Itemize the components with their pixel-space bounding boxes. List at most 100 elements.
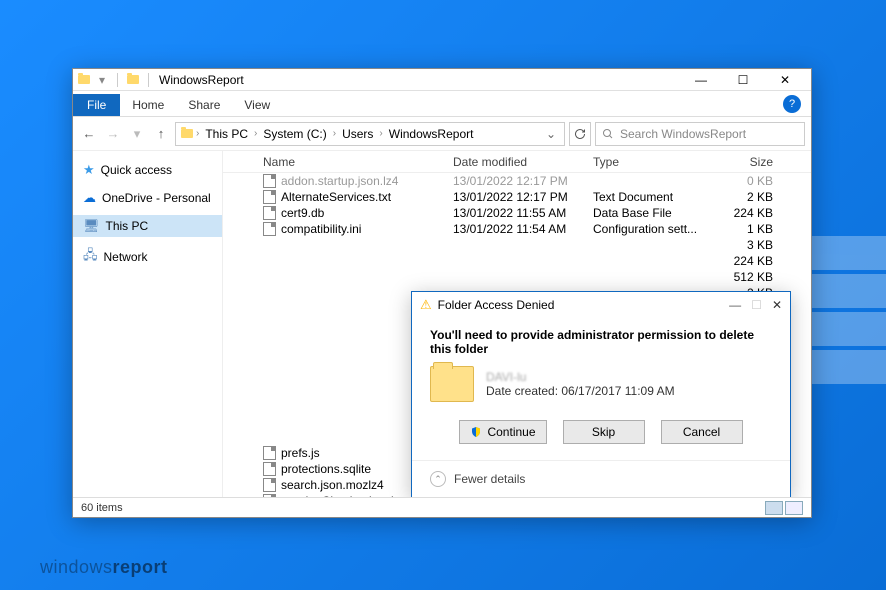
file-icon (263, 494, 276, 497)
chevron-right-icon[interactable]: › (333, 128, 336, 139)
file-type: Data Base File (593, 206, 713, 220)
file-date: 13/01/2022 12:17 PM (453, 190, 593, 204)
folder-icon (126, 73, 140, 87)
file-row[interactable]: addon.startup.json.lz4 13/01/2022 12:17 … (223, 173, 811, 189)
window-title: WindowsReport (159, 73, 244, 87)
file-size: 224 KB (713, 206, 783, 220)
file-row[interactable]: 512 KB (223, 269, 811, 285)
separator (117, 73, 118, 87)
address-bar[interactable]: › This PC › System (C:) › Users › Window… (175, 122, 565, 146)
file-icon (263, 446, 276, 460)
file-row[interactable]: cert9.db 13/01/2022 11:55 AM Data Base F… (223, 205, 811, 221)
dialog-item-name: DAVI-lu (486, 370, 675, 384)
file-name: compatibility.ini (281, 222, 361, 236)
col-size[interactable]: Size (713, 155, 783, 169)
sidebar-item-this-pc[interactable]: 🖥 This PC (73, 215, 222, 237)
sidebar-item-onedrive[interactable]: ☁ OneDrive - Personal (73, 187, 222, 209)
file-date: 13/01/2022 12:17 PM (453, 174, 593, 188)
cloud-icon: ☁ (83, 190, 96, 206)
sidebar: ★ Quick access ☁ OneDrive - Personal 🖥 T… (73, 151, 223, 497)
dialog-titlebar: ⚠ Folder Access Denied — ☐ ✕ (412, 292, 790, 318)
file-name: protections.sqlite (281, 462, 371, 476)
file-icon (263, 462, 276, 476)
file-name: cert9.db (281, 206, 324, 220)
dialog-item: DAVI-lu Date created: 06/17/2017 11:09 A… (430, 366, 772, 402)
sidebar-item-label: OneDrive - Personal (102, 191, 211, 205)
sidebar-item-network[interactable]: 🖧 Network (73, 243, 222, 271)
file-size: 224 KB (713, 254, 783, 268)
sidebar-item-quick-access[interactable]: ★ Quick access (73, 159, 222, 181)
minimize-button[interactable]: — (729, 298, 741, 312)
addr-dropdown-icon[interactable]: ⌄ (542, 127, 560, 141)
star-icon: ★ (83, 162, 95, 178)
file-icon (263, 174, 276, 188)
chevron-right-icon[interactable]: › (196, 128, 199, 139)
fewer-details-toggle[interactable]: ⌃ Fewer details (412, 460, 790, 497)
separator (148, 73, 149, 87)
view-details-button[interactable] (765, 501, 783, 515)
ribbon-file-tab[interactable]: File (73, 94, 120, 116)
file-row[interactable]: AlternateServices.txt 13/01/2022 12:17 P… (223, 189, 811, 205)
file-size: 512 KB (713, 270, 783, 284)
file-date: 13/01/2022 11:54 AM (453, 222, 593, 236)
chevron-right-icon[interactable]: › (379, 128, 382, 139)
view-icons-button[interactable] (785, 501, 803, 515)
statusbar: 60 items (73, 497, 811, 517)
breadcrumb[interactable]: Users (338, 127, 377, 141)
maximize-button[interactable]: ☐ (729, 70, 757, 90)
ribbon-home-tab[interactable]: Home (120, 94, 176, 116)
skip-button[interactable]: Skip (563, 420, 645, 444)
minimize-button[interactable]: — (687, 70, 715, 90)
refresh-button[interactable] (569, 122, 591, 146)
file-date: 13/01/2022 11:55 AM (453, 206, 593, 220)
network-icon: 🖧 (83, 246, 98, 268)
breadcrumb[interactable]: WindowsReport (385, 127, 478, 141)
continue-button[interactable]: Continue (459, 420, 546, 444)
nav-up-icon[interactable]: ↑ (151, 126, 171, 141)
file-icon (263, 190, 276, 204)
file-size: 2 KB (713, 190, 783, 204)
file-type: Text Document (593, 190, 713, 204)
breadcrumb[interactable]: System (C:) (259, 127, 330, 141)
cancel-button[interactable]: Cancel (661, 420, 743, 444)
dialog-title: Folder Access Denied (438, 298, 555, 312)
col-name[interactable]: Name (263, 155, 453, 169)
file-name: search.json.mozlz4 (281, 478, 384, 492)
col-date[interactable]: Date modified (453, 155, 593, 169)
ribbon-share-tab[interactable]: Share (176, 94, 232, 116)
chevron-right-icon[interactable]: › (254, 128, 257, 139)
qat-icon[interactable]: ▾ (95, 73, 109, 87)
column-headers: Name Date modified Type Size (223, 151, 811, 173)
file-name: sessionCheckpoints.json (281, 494, 413, 497)
item-count: 60 items (81, 502, 123, 514)
file-row[interactable]: compatibility.ini 13/01/2022 11:54 AM Co… (223, 221, 811, 237)
close-button[interactable]: ✕ (771, 70, 799, 90)
nav-forward-icon[interactable]: → (103, 126, 123, 141)
navbar: ← → ▾ ↑ › This PC › System (C:) › Users … (73, 117, 811, 151)
breadcrumb[interactable]: This PC (201, 127, 252, 141)
nav-back-icon[interactable]: ← (79, 126, 99, 141)
file-list-pane[interactable]: Name Date modified Type Size addon.start… (223, 151, 811, 497)
search-input[interactable]: Search WindowsReport (595, 122, 805, 146)
help-icon[interactable]: ? (783, 95, 801, 113)
nav-recent-icon[interactable]: ▾ (127, 126, 147, 142)
file-size: 0 KB (713, 174, 783, 188)
file-icon (263, 222, 276, 236)
col-type[interactable]: Type (593, 155, 713, 169)
ribbon-view-tab[interactable]: View (232, 94, 282, 116)
file-icon (263, 478, 276, 492)
dialog-message: You'll need to provide administrator per… (430, 328, 772, 356)
file-name: AlternateServices.txt (281, 190, 391, 204)
close-button[interactable]: ✕ (772, 298, 782, 312)
continue-label: Continue (487, 425, 535, 439)
folder-access-denied-dialog: ⚠ Folder Access Denied — ☐ ✕ You'll need… (411, 291, 791, 497)
sidebar-item-label: Quick access (101, 163, 172, 177)
explorer-window: ▾ WindowsReport — ☐ ✕ File Home Share Vi… (72, 68, 812, 518)
sidebar-item-label: This PC (106, 219, 149, 233)
folder-icon (180, 127, 194, 141)
file-row[interactable]: 3 KB (223, 237, 811, 253)
file-icon (263, 206, 276, 220)
file-row[interactable]: 224 KB (223, 253, 811, 269)
file-type: Configuration sett... (593, 222, 713, 236)
file-size: 1 KB (713, 222, 783, 236)
